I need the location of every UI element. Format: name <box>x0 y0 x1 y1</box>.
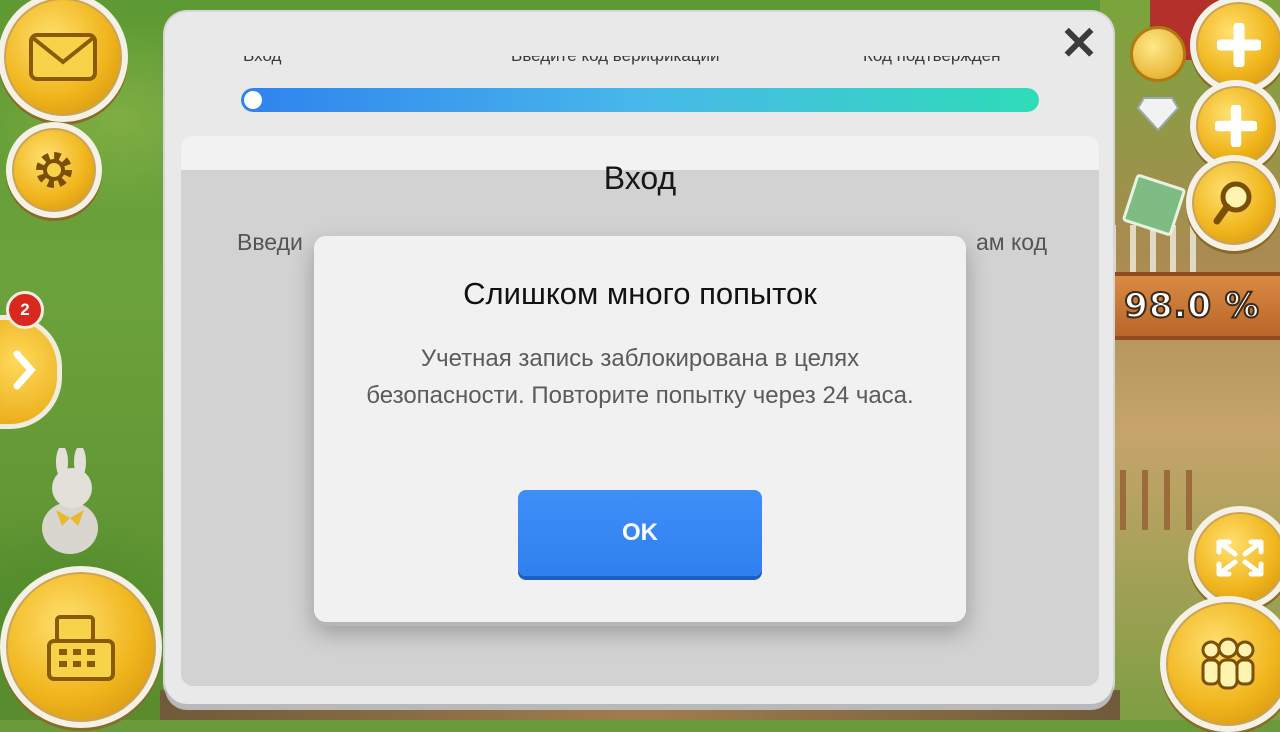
gem-icon <box>1136 97 1180 132</box>
bunny-decoration <box>42 448 98 554</box>
coin-icon <box>1130 26 1186 82</box>
plus-icon <box>1215 105 1257 147</box>
search-button[interactable] <box>1186 155 1280 251</box>
completion-percent: 98.0 % <box>1123 285 1260 327</box>
too-many-attempts-dialog: Слишком много попыток Учетная запись заб… <box>314 236 966 622</box>
plus-icon <box>1217 23 1261 67</box>
magnifier-icon <box>1212 179 1256 227</box>
login-description-end: ам код <box>975 229 1047 255</box>
login-description-start: Введи <box>237 229 303 255</box>
step-login: Вход <box>243 56 281 66</box>
dialog-message: Учетная запись заблокирована в целях без… <box>366 345 914 409</box>
settings-button[interactable] <box>6 122 102 218</box>
expand-icon <box>1215 538 1265 578</box>
friends-icon <box>1195 636 1261 692</box>
step-confirmed: Код подтвержден <box>863 56 1001 66</box>
arrow-right-icon <box>11 350 37 395</box>
settings-icon <box>30 146 78 194</box>
shop-button[interactable] <box>0 566 162 728</box>
completion-indicator: 98.0 % <box>1112 272 1280 340</box>
mail-icon <box>28 32 98 82</box>
progress-steps: Вход Введите код верификации Код подтвер… <box>243 56 1038 76</box>
step-enter-code: Введите код верификации <box>511 56 720 66</box>
login-title: Вход <box>603 160 677 196</box>
progress-fill <box>241 88 1039 112</box>
ok-button[interactable]: OK <box>518 490 762 576</box>
fence-wooden <box>1120 470 1200 530</box>
close-icon[interactable]: ✕ <box>1058 20 1100 66</box>
dialog-title: Слишком много попыток <box>463 276 817 311</box>
notification-badge: 2 <box>6 291 44 329</box>
cash-register-icon <box>41 611 121 683</box>
progress-bar <box>241 88 1039 112</box>
progress-knob <box>244 91 262 109</box>
